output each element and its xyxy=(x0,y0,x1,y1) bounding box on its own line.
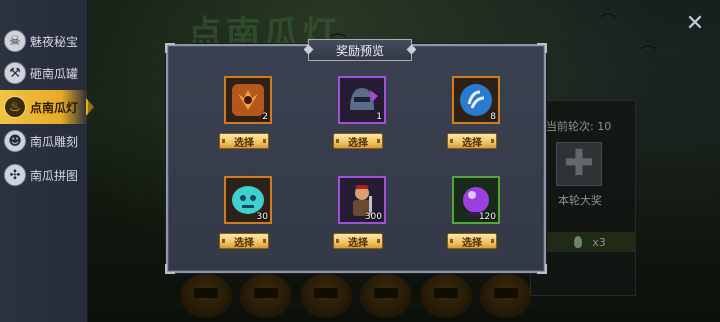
reward-slot[interactable]: 300 xyxy=(338,176,386,224)
corner-ornament xyxy=(537,264,547,274)
reward-slot[interactable]: 30 xyxy=(224,176,272,224)
close-button[interactable]: ✕ xyxy=(680,8,710,38)
close-icon: ✕ xyxy=(685,10,705,36)
lantern-icon: ♨ xyxy=(4,96,26,118)
corner-ornament xyxy=(165,43,175,53)
reward-item: 8 选择 xyxy=(444,76,508,184)
reward-slot[interactable]: 120 xyxy=(452,176,500,224)
reward-slot[interactable]: 1 xyxy=(338,76,386,124)
reward-item: 120 选择 xyxy=(444,176,508,284)
pumpkin-face-icon: ☻ xyxy=(4,130,26,152)
sidebar-item-pumpkin-carving[interactable]: ☻ 南瓜雕刻 xyxy=(0,124,88,158)
event-sidebar: ☠ 魅夜秘宝 ⚒ 砸南瓜罐 ♨ 点南瓜灯 ☻ 南瓜雕刻 ✣ 南瓜拼图 xyxy=(0,0,94,322)
sidebar-item-label: 南瓜拼图 xyxy=(30,168,79,183)
select-button[interactable]: 选择 xyxy=(447,133,497,149)
reward-item: 30 选择 xyxy=(216,176,280,284)
reward-item: 300 选择 xyxy=(330,176,394,284)
select-button[interactable]: 选择 xyxy=(333,133,383,149)
sidebar-item-label: 南瓜雕刻 xyxy=(30,134,79,149)
select-button[interactable]: 选择 xyxy=(447,233,497,249)
reward-count: 8 xyxy=(490,112,496,122)
sidebar-item-night-treasure[interactable]: ☠ 魅夜秘宝 xyxy=(0,24,88,58)
reward-slot[interactable]: 8 xyxy=(452,76,500,124)
dialog-title: 奖励预览 xyxy=(308,39,412,61)
skull-icon: ☠ xyxy=(4,30,26,52)
sidebar-item-label: 砸南瓜罐 xyxy=(30,66,79,81)
hammer-icon: ⚒ xyxy=(4,62,26,84)
select-button[interactable]: 选择 xyxy=(219,233,269,249)
select-button[interactable]: 选择 xyxy=(219,133,269,149)
reward-slot[interactable]: 2 xyxy=(224,76,272,124)
puzzle-icon: ✣ xyxy=(4,164,26,186)
select-button[interactable]: 选择 xyxy=(333,233,383,249)
corner-ornament xyxy=(165,264,175,274)
reward-count: 30 xyxy=(256,212,268,222)
reward-item: 1 选择 xyxy=(330,76,394,184)
sidebar-item-label: 魅夜秘宝 xyxy=(30,34,79,49)
dialog-title-text: 奖励预览 xyxy=(335,43,384,58)
reward-count: 120 xyxy=(478,212,496,222)
sidebar-item-light-lantern[interactable]: ♨ 点南瓜灯 xyxy=(0,90,94,124)
corner-ornament xyxy=(537,43,547,53)
reward-count: 1 xyxy=(376,112,382,122)
sidebar-item-pumpkin-puzzle[interactable]: ✣ 南瓜拼图 xyxy=(0,158,88,192)
reward-item: 2 选择 xyxy=(216,76,280,184)
reward-count: 300 xyxy=(364,212,382,222)
reward-count: 2 xyxy=(262,112,268,122)
sidebar-item-smash-pumpkin[interactable]: ⚒ 砸南瓜罐 xyxy=(0,56,88,90)
sidebar-item-label: 点南瓜灯 xyxy=(30,100,79,115)
